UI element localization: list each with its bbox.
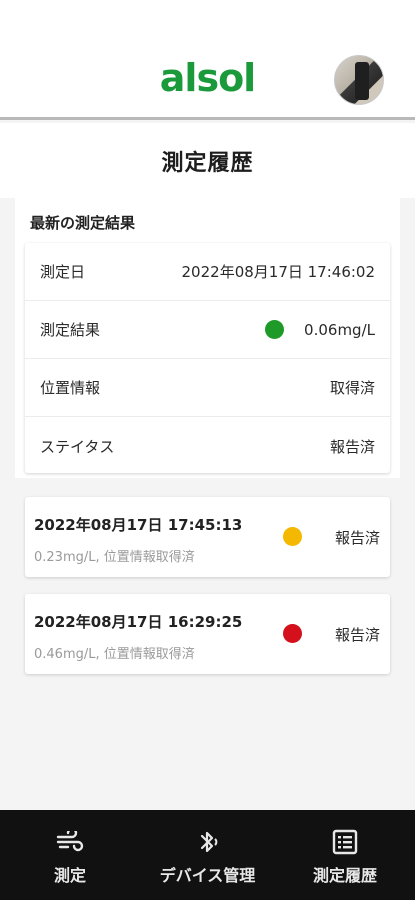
latest-result-heading: 最新の測定結果 xyxy=(30,214,136,232)
nav-item-device[interactable]: デバイス管理 xyxy=(140,810,275,900)
row-measured-date: 測定日 2022年08月17日 17:46:02 xyxy=(25,243,390,301)
row-location: 位置情報 取得済 xyxy=(25,359,390,417)
history-datetime: 2022年08月17日 16:29:25 xyxy=(34,613,243,631)
nav-label: デバイス管理 xyxy=(159,866,256,885)
history-status: 報告済 xyxy=(334,529,380,547)
latest-result-card: 測定日 2022年08月17日 17:46:02 測定結果 0.06mg/L 位… xyxy=(25,243,390,473)
bottom-nav: 測定 デバイス管理 測定履歴 xyxy=(0,810,415,900)
row-value: 0.06mg/L xyxy=(304,320,375,339)
nav-item-measure[interactable]: 測定 xyxy=(0,810,140,900)
user-avatar[interactable] xyxy=(334,55,384,105)
list-icon xyxy=(332,827,358,857)
nav-label: 測定 xyxy=(53,866,86,885)
nav-label: 測定履歴 xyxy=(312,866,377,885)
row-label: 位置情報 xyxy=(40,379,101,397)
history-card[interactable]: 2022年08月17日 16:29:25 0.46mg/L, 位置情報取得済 報… xyxy=(25,594,390,674)
history-detail: 0.23mg/L, 位置情報取得済 xyxy=(34,550,195,565)
history-card[interactable]: 2022年08月17日 17:45:13 0.23mg/L, 位置情報取得済 報… xyxy=(25,497,390,577)
history-datetime: 2022年08月17日 17:45:13 xyxy=(34,516,243,534)
result-status-dot xyxy=(265,320,285,339)
bluetooth-icon xyxy=(194,827,222,857)
row-label: 測定結果 xyxy=(40,321,101,339)
row-value: 取得済 xyxy=(329,379,375,397)
row-label: 測定日 xyxy=(40,263,86,281)
row-value: 2022年08月17日 17:46:02 xyxy=(181,263,375,281)
row-value: 報告済 xyxy=(329,437,375,456)
history-status-dot xyxy=(283,527,302,546)
history-status-dot xyxy=(283,624,302,643)
page-title-bar: 測定履歴 xyxy=(0,123,415,198)
avatar-device-image xyxy=(355,62,369,100)
page-title: 測定履歴 xyxy=(161,150,254,176)
row-measured-result: 測定結果 0.06mg/L xyxy=(25,301,390,359)
wind-icon xyxy=(56,827,84,857)
app-header: alsol xyxy=(0,0,415,120)
row-label: ステイタス xyxy=(40,437,115,456)
history-detail: 0.46mg/L, 位置情報取得済 xyxy=(34,647,195,662)
history-status: 報告済 xyxy=(334,626,380,644)
nav-item-history[interactable]: 測定履歴 xyxy=(275,810,415,900)
row-status: ステイタス 報告済 xyxy=(25,417,390,475)
